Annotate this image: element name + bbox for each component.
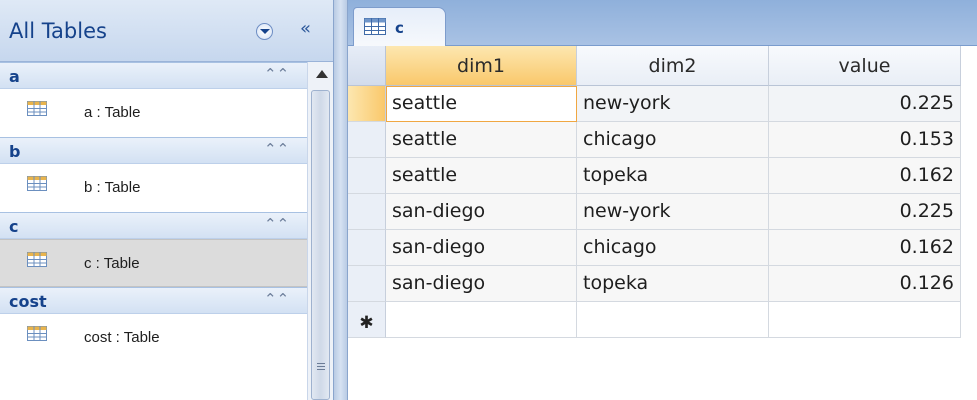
row-selector[interactable] bbox=[348, 230, 386, 266]
row-selector[interactable] bbox=[348, 266, 386, 302]
navigation-pane: All Tables « a ⌃⌃ a : Table b ⌃⌃ b: Tab… bbox=[0, 0, 333, 400]
nav-group-header-a[interactable]: a ⌃⌃ bbox=[0, 62, 307, 89]
row-selector[interactable] bbox=[348, 122, 386, 158]
navigation-list: a ⌃⌃ a : Table b ⌃⌃ b: Table c ⌃⌃ c: T… bbox=[0, 62, 307, 400]
row-selector[interactable] bbox=[348, 86, 386, 122]
new-record-cell-value[interactable] bbox=[769, 302, 961, 338]
table-cell[interactable]: topeka bbox=[577, 266, 769, 302]
table-cell[interactable]: 0.162 bbox=[769, 230, 961, 266]
nav-group-title: c bbox=[9, 217, 19, 236]
chevron-down-icon[interactable] bbox=[256, 23, 273, 40]
table-cell[interactable]: 0.225 bbox=[769, 86, 961, 122]
nav-group-header-cost[interactable]: cost ⌃⌃ bbox=[0, 287, 307, 314]
table-icon bbox=[364, 18, 386, 35]
navigation-scrollbar[interactable] bbox=[307, 62, 333, 400]
navigation-pane-title[interactable]: All Tables bbox=[9, 19, 107, 43]
tab-c[interactable]: c bbox=[353, 7, 446, 47]
nav-group-c: c ⌃⌃ c : Table bbox=[0, 212, 307, 287]
table-cell[interactable]: 0.153 bbox=[769, 122, 961, 158]
document-tab-strip: c bbox=[348, 0, 977, 47]
nav-item-a-table[interactable]: a : Table bbox=[0, 89, 307, 137]
new-record-cell-dim2[interactable] bbox=[577, 302, 769, 338]
table-cell[interactable]: 0.162 bbox=[769, 158, 961, 194]
table-cell[interactable]: seattle bbox=[386, 158, 577, 194]
nav-item-label: b : Table bbox=[84, 179, 141, 196]
nav-group-title: a bbox=[9, 67, 20, 86]
collapse-pane-icon[interactable]: « bbox=[300, 19, 311, 39]
table-cell[interactable]: san-diego bbox=[386, 266, 577, 302]
double-chevron-up-icon[interactable]: ⌃⌃ bbox=[264, 140, 289, 158]
table-cell[interactable]: chicago bbox=[577, 230, 769, 266]
navigation-pane-header: All Tables « bbox=[0, 0, 333, 62]
row-selector[interactable] bbox=[348, 194, 386, 230]
column-header-dim2[interactable]: dim2 bbox=[577, 46, 769, 86]
scroll-up-arrow-icon[interactable] bbox=[316, 70, 328, 78]
column-header-value[interactable]: value bbox=[769, 46, 961, 86]
row-selector[interactable] bbox=[348, 158, 386, 194]
table-icon bbox=[27, 176, 47, 191]
column-header-dim1[interactable]: dim1 bbox=[386, 46, 577, 86]
table-icon bbox=[27, 326, 47, 341]
nav-item-label: a : Table bbox=[84, 104, 141, 121]
document-area: c dim1 dim2 value seattle new-york 0.225… bbox=[348, 0, 977, 400]
nav-item-b-table[interactable]: b : Table bbox=[0, 164, 307, 212]
nav-group-header-c[interactable]: c ⌃⌃ bbox=[0, 212, 307, 239]
table-cell[interactable]: seattle bbox=[386, 122, 577, 158]
new-record-cell-dim1[interactable] bbox=[386, 302, 577, 338]
table-cell[interactable]: new-york bbox=[577, 86, 769, 122]
new-record-marker-icon[interactable]: ✱ bbox=[348, 302, 386, 338]
table-cell[interactable]: 0.225 bbox=[769, 194, 961, 230]
nav-group-title: cost bbox=[9, 292, 47, 311]
nav-item-c-table[interactable]: c : Table bbox=[0, 239, 307, 287]
table-icon bbox=[27, 252, 47, 267]
table-cell[interactable]: san-diego bbox=[386, 230, 577, 266]
table-cell[interactable]: san-diego bbox=[386, 194, 577, 230]
nav-item-cost-table[interactable]: cost : Table bbox=[0, 314, 307, 362]
double-chevron-up-icon[interactable]: ⌃⌃ bbox=[264, 290, 289, 308]
nav-item-label: cost : Table bbox=[84, 329, 160, 346]
nav-group-title: b bbox=[9, 142, 21, 161]
table-cell[interactable]: chicago bbox=[577, 122, 769, 158]
table-cell[interactable]: 0.126 bbox=[769, 266, 961, 302]
select-all-corner[interactable] bbox=[348, 46, 386, 86]
nav-group-b: b ⌃⌃ b : Table bbox=[0, 137, 307, 212]
nav-group-cost: cost ⌃⌃ cost : Table bbox=[0, 287, 307, 362]
tab-label: c bbox=[395, 19, 404, 37]
double-chevron-up-icon[interactable]: ⌃⌃ bbox=[264, 65, 289, 83]
table-cell[interactable]: seattle bbox=[386, 86, 577, 122]
grip-icon bbox=[317, 363, 325, 370]
nav-group-header-b[interactable]: b ⌃⌃ bbox=[0, 137, 307, 164]
scrollbar-thumb[interactable] bbox=[311, 90, 330, 400]
table-icon bbox=[27, 101, 47, 116]
table-cell[interactable]: new-york bbox=[577, 194, 769, 230]
double-chevron-up-icon[interactable]: ⌃⌃ bbox=[264, 215, 289, 233]
nav-item-label: c : Table bbox=[84, 255, 140, 272]
pane-splitter[interactable] bbox=[333, 0, 348, 400]
nav-group-a: a ⌃⌃ a : Table bbox=[0, 62, 307, 137]
table-cell[interactable]: topeka bbox=[577, 158, 769, 194]
